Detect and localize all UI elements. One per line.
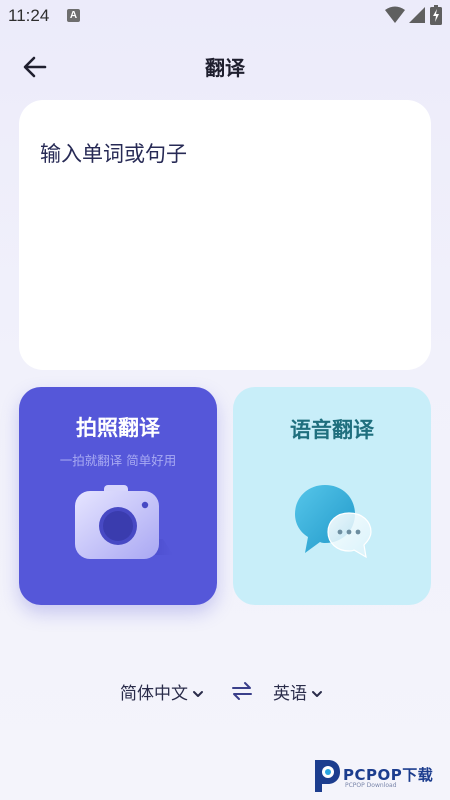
chevron-down-icon <box>193 691 203 697</box>
chevron-down-icon <box>312 691 322 697</box>
language-selector-bar: 简体中文 英语 <box>0 672 450 708</box>
swap-arrows-icon <box>232 682 252 700</box>
camera-icon <box>75 485 173 559</box>
wifi-icon <box>385 6 405 23</box>
input-placeholder: 输入单词或句子 <box>40 142 187 166</box>
source-language-label: 简体中文 <box>120 684 188 704</box>
header: 翻译 <box>0 40 450 92</box>
target-language-dropdown[interactable]: 英语 <box>273 679 323 704</box>
translation-input-area[interactable]: 输入单词或句子 <box>19 100 431 370</box>
signal-icon <box>409 7 425 23</box>
battery-charging-icon <box>430 5 442 25</box>
swap-languages-button[interactable] <box>231 681 253 701</box>
chat-bubbles-icon <box>295 485 372 559</box>
voice-translate-title: 语音翻译 <box>290 418 374 442</box>
pcpop-watermark: PCPOP下载 PCPOP Download <box>310 757 448 795</box>
voice-translate-button[interactable]: 语音翻译 <box>233 387 431 605</box>
status-time: 11:24 <box>8 6 50 25</box>
page-title: 翻译 <box>205 56 245 80</box>
photo-translate-button[interactable]: 拍照翻译 一拍就翻译 简单好用 <box>19 387 217 605</box>
pcpop-logo-icon <box>315 760 340 792</box>
notification-a-icon: A <box>67 9 80 22</box>
photo-translate-title: 拍照翻译 <box>76 416 160 440</box>
watermark-subtext: PCPOP Download <box>345 782 397 789</box>
status-bar: 11:24 A <box>0 0 450 32</box>
source-language-dropdown[interactable]: 简体中文 <box>120 679 204 704</box>
target-language-label: 英语 <box>273 684 307 704</box>
photo-translate-subtitle: 一拍就翻译 简单好用 <box>59 453 177 468</box>
